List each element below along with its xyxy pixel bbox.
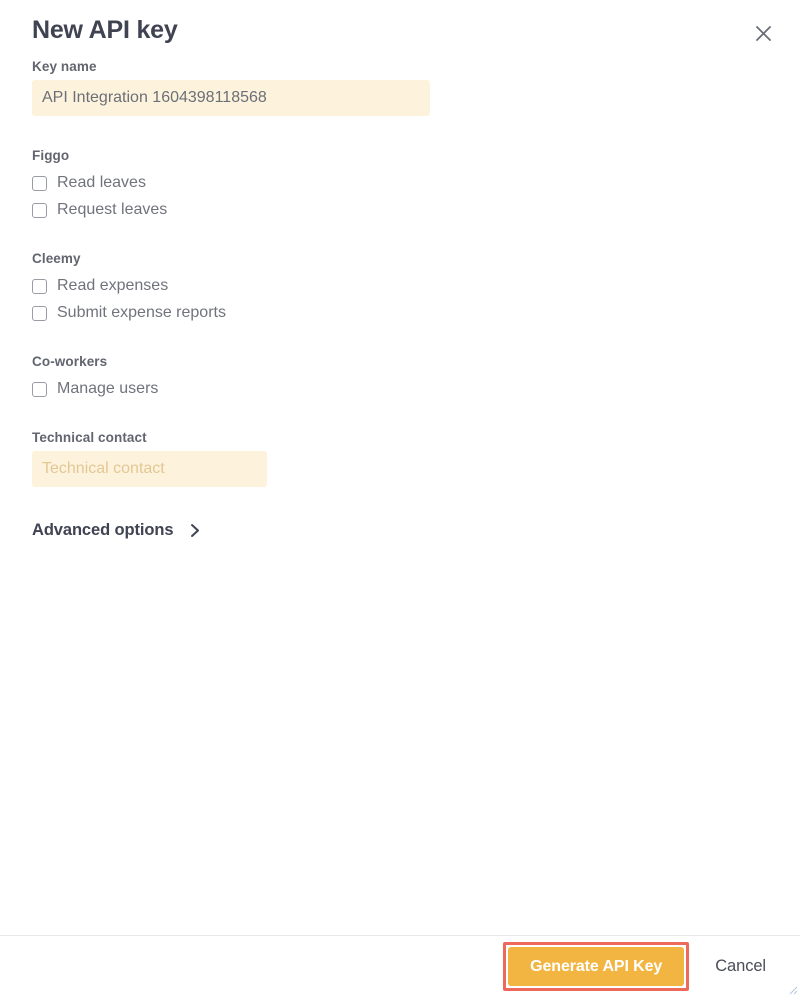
checkbox-label: Request leaves bbox=[57, 201, 168, 218]
page-title: New API key bbox=[32, 16, 178, 44]
key-name-label: Key name bbox=[32, 58, 97, 74]
key-name-field-group: Key name bbox=[32, 59, 768, 116]
technical-contact-label: Technical contact bbox=[32, 429, 147, 445]
permission-group-label: Co-workers bbox=[32, 353, 108, 369]
dialog-footer: Generate API Key Cancel bbox=[0, 935, 800, 997]
checkbox-label: Read expenses bbox=[57, 277, 169, 294]
new-api-key-dialog: New API key Key name Figgo Read leaves R… bbox=[0, 0, 800, 997]
permission-group-co-workers: Co-workers Manage users bbox=[32, 354, 768, 403]
action-highlight-frame: Generate API Key bbox=[503, 941, 690, 992]
advanced-options-label: Advanced options bbox=[32, 520, 174, 539]
checkbox-row-manage-users[interactable]: Manage users bbox=[32, 376, 768, 403]
permission-group-label: Figgo bbox=[32, 147, 70, 163]
permission-group-label: Cleemy bbox=[32, 250, 81, 266]
checkbox-label: Manage users bbox=[57, 380, 159, 397]
generate-api-key-button[interactable]: Generate API Key bbox=[508, 946, 685, 987]
technical-contact-input[interactable] bbox=[32, 450, 267, 487]
chevron-right-icon bbox=[190, 523, 201, 538]
checkbox-row-request-leaves[interactable]: Request leaves bbox=[32, 197, 768, 224]
dialog-body: Key name Figgo Read leaves Request leave… bbox=[0, 47, 800, 936]
checkbox-manage-users[interactable] bbox=[32, 381, 47, 397]
checkbox-read-expenses[interactable] bbox=[32, 278, 47, 294]
checkbox-row-submit-expense-reports[interactable]: Submit expense reports bbox=[32, 300, 768, 327]
permission-group-cleemy: Cleemy Read expenses Submit expense repo… bbox=[32, 251, 768, 327]
key-name-input[interactable] bbox=[32, 79, 430, 116]
checkbox-request-leaves[interactable] bbox=[32, 202, 47, 218]
cancel-button[interactable]: Cancel bbox=[711, 949, 770, 984]
dialog-header: New API key bbox=[0, 0, 800, 47]
checkbox-read-leaves[interactable] bbox=[32, 175, 47, 191]
close-icon[interactable] bbox=[748, 18, 778, 48]
permission-group-figgo: Figgo Read leaves Request leaves bbox=[32, 148, 768, 224]
checkbox-submit-expense-reports[interactable] bbox=[32, 305, 47, 321]
checkbox-label: Submit expense reports bbox=[57, 304, 226, 321]
checkbox-row-read-leaves[interactable]: Read leaves bbox=[32, 170, 768, 197]
checkbox-label: Read leaves bbox=[57, 174, 146, 191]
advanced-options-toggle[interactable]: Advanced options bbox=[32, 521, 201, 540]
technical-contact-field-group: Technical contact bbox=[32, 430, 768, 487]
checkbox-row-read-expenses[interactable]: Read expenses bbox=[32, 273, 768, 300]
